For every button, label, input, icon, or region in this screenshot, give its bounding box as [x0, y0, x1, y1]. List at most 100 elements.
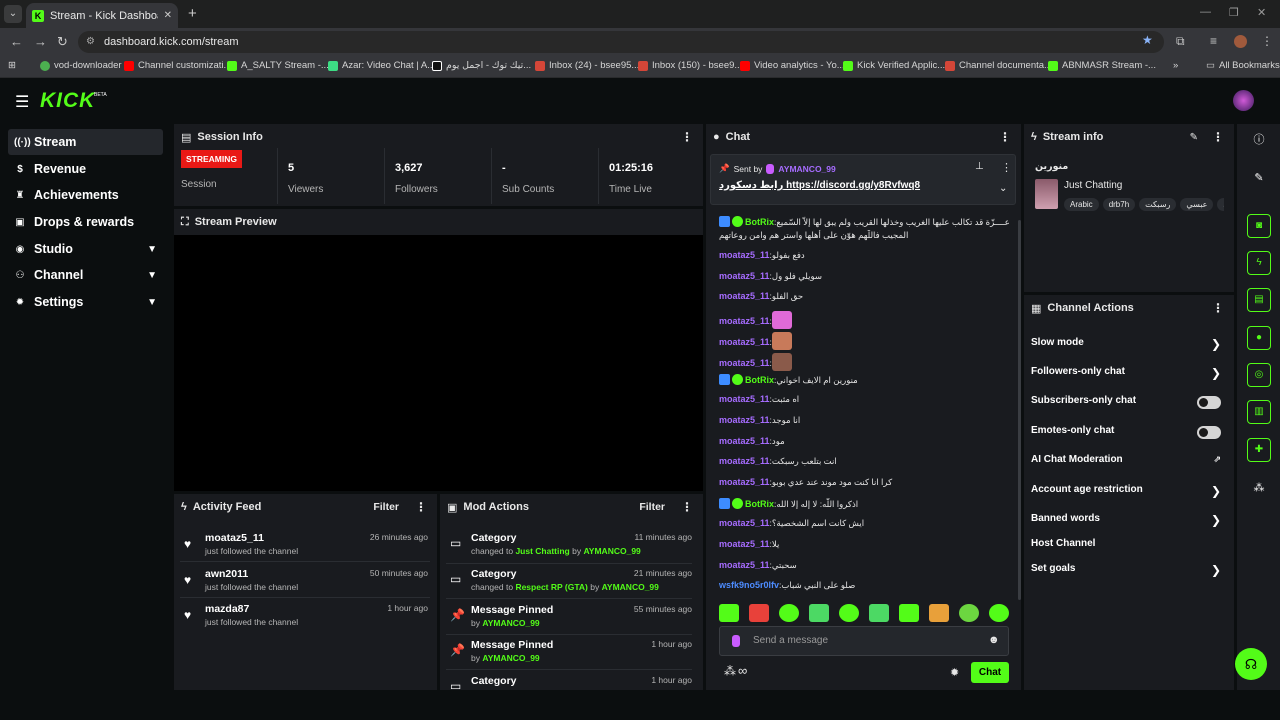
chat-username[interactable]: moataz5_11: [719, 456, 770, 466]
emote-icon[interactable]: [899, 604, 919, 622]
more-options-icon[interactable]: ⋮: [1212, 130, 1224, 144]
chat-username[interactable]: moataz5_11: [719, 337, 770, 347]
chat-input[interactable]: Send a message ☻: [719, 626, 1009, 656]
pencil-icon[interactable]: ✎: [1247, 166, 1271, 190]
emote-icon[interactable]: [989, 604, 1009, 622]
chat-username[interactable]: moataz5_11: [719, 316, 770, 326]
emotes-only-toggle[interactable]: [1197, 426, 1221, 439]
media-icon[interactable]: ≡: [1210, 34, 1217, 48]
profile-avatar[interactable]: [1234, 35, 1247, 48]
points-icon[interactable]: ⁂: [724, 664, 736, 678]
bookmark-item[interactable]: A_SALTY Stream -...: [227, 60, 329, 71]
apps-icon[interactable]: ⊞: [8, 60, 16, 71]
chat-username[interactable]: moataz5_11: [719, 518, 770, 528]
user-avatar[interactable]: [1233, 90, 1254, 111]
chat-username[interactable]: moataz5_11: [719, 291, 770, 301]
url-field[interactable]: ⚙ dashboard.kick.com/stream: [78, 31, 1164, 53]
chat-username[interactable]: moataz5_11: [719, 436, 770, 446]
extensions-icon[interactable]: ⧉: [1176, 34, 1185, 49]
subscribers-only-toggle[interactable]: [1197, 396, 1221, 409]
sidebar-item-studio[interactable]: ◉ Studio ▼: [8, 236, 163, 262]
wrench-icon[interactable]: ✚: [1247, 438, 1271, 462]
close-tab-icon[interactable]: ✕: [164, 10, 172, 21]
chat-username[interactable]: moataz5_11: [719, 415, 770, 425]
bookmark-item[interactable]: Kick Verified Applic...: [843, 60, 945, 71]
more-options-icon[interactable]: ⋮: [681, 130, 693, 144]
pinned-message[interactable]: 📌 Sent by AYMANCO_99 رابط دسكورد https://d…: [710, 154, 1016, 205]
bookmark-item[interactable]: Inbox (150) - bsee9...: [638, 60, 742, 71]
info-icon[interactable]: ⓘ: [1247, 128, 1271, 152]
chat-username[interactable]: BotRix: [745, 375, 774, 385]
unpin-icon[interactable]: ⊥: [975, 161, 984, 172]
chat-username[interactable]: moataz5_11: [719, 271, 770, 281]
more-options-icon[interactable]: ⋮: [415, 500, 427, 514]
all-bookmarks[interactable]: ▭ All Bookmarks: [1206, 60, 1280, 71]
emote-icon[interactable]: [809, 604, 829, 622]
action-account-age[interactable]: Account age restriction ❯: [1031, 484, 1227, 504]
stream-preview-panel[interactable]: ⛶ Stream Preview: [174, 209, 703, 491]
action-subscribers-only[interactable]: Subscribers-only chat: [1031, 395, 1227, 415]
sidebar-item-achievements[interactable]: ♜ Achievements: [8, 182, 163, 208]
sidebar-item-drops[interactable]: ▣ Drops & rewards: [8, 209, 163, 235]
sidebar-item-channel[interactable]: ⚇ Channel ▼: [8, 262, 163, 288]
category-name[interactable]: Just Chatting: [1064, 180, 1122, 191]
settings-icon[interactable]: ✹: [950, 666, 959, 679]
chat-username[interactable]: moataz5_11: [719, 250, 770, 260]
chat-username[interactable]: moataz5_11: [719, 477, 770, 487]
chat-username[interactable]: moataz5_11: [719, 560, 770, 570]
chat-icon[interactable]: ●: [1247, 326, 1271, 350]
kick-logo[interactable]: KICK: [40, 89, 95, 113]
support-icon[interactable]: ☊: [1235, 648, 1267, 680]
bookmark-item[interactable]: Inbox (24) - bsee95...: [535, 60, 639, 71]
bolt-icon[interactable]: ϟ: [1247, 251, 1271, 275]
bookmark-item[interactable]: Azar: Video Chat | A...: [328, 60, 435, 71]
action-followers-only[interactable]: Followers-only chat ❯: [1031, 366, 1227, 386]
more-options-icon[interactable]: ⋮: [999, 130, 1011, 144]
browser-tab[interactable]: K Stream - Kick Dashboard ✕: [26, 3, 178, 28]
pinned-text[interactable]: رابط دسكورد https://discord.gg/y8Rvfwq8: [719, 180, 920, 191]
action-set-goals[interactable]: Set goals ❯: [1031, 563, 1227, 583]
sidebar-item-settings[interactable]: ✹ Settings ▼: [8, 289, 163, 315]
forward-icon[interactable]: →: [34, 34, 47, 49]
action-host-channel[interactable]: Host Channel: [1031, 538, 1227, 558]
more-options-icon[interactable]: ⋮: [1001, 161, 1012, 174]
broadcast-icon[interactable]: ◎: [1247, 363, 1271, 387]
bookmark-item[interactable]: تيك توك - اجمل يوم...: [432, 60, 531, 71]
action-slow-mode[interactable]: Slow mode ❯: [1031, 337, 1227, 357]
bookmark-item[interactable]: Channel documenta...: [945, 60, 1052, 71]
new-tab-icon[interactable]: +: [188, 5, 197, 22]
emote-icon[interactable]: [779, 604, 799, 622]
bookmark-item[interactable]: ABNMASR Stream -...: [1048, 60, 1156, 71]
clipboard-icon[interactable]: ▤: [1247, 288, 1271, 312]
chat-username[interactable]: BotRix: [745, 217, 774, 227]
chat-scrollbar[interactable]: [1018, 220, 1021, 600]
chevron-down-icon[interactable]: ⌄: [999, 183, 1007, 194]
layout-icon[interactable]: ▥: [1247, 400, 1271, 424]
chat-username[interactable]: wsfk9no5r0lfv: [719, 580, 779, 590]
chat-username[interactable]: BotRix: [745, 499, 774, 509]
action-emotes-only[interactable]: Emotes-only chat: [1031, 425, 1227, 445]
camera-icon[interactable]: ◙: [1247, 214, 1271, 238]
bookmark-item[interactable]: vod-downloader: [40, 60, 122, 71]
emote-icon[interactable]: [929, 604, 949, 622]
bookmark-star-icon[interactable]: ★: [1142, 33, 1153, 47]
filter-button[interactable]: Filter: [373, 501, 399, 513]
browser-menu-icon[interactable]: ⋮: [1261, 34, 1273, 48]
dots-icon[interactable]: ⁂: [1247, 476, 1271, 500]
emote-icon[interactable]: [749, 604, 769, 622]
emote-icon[interactable]: [839, 604, 859, 622]
hamburger-menu-icon[interactable]: ☰: [15, 92, 29, 112]
maximize-icon[interactable]: ❐: [1229, 6, 1239, 19]
chat-username[interactable]: moataz5_11: [719, 394, 770, 404]
window-close-icon[interactable]: ✕: [1257, 6, 1266, 19]
bookmark-item[interactable]: Channel customizati...: [124, 60, 231, 71]
edit-icon[interactable]: ✎: [1190, 132, 1198, 143]
minimize-icon[interactable]: —: [1200, 6, 1211, 18]
sidebar-item-revenue[interactable]: $ Revenue: [8, 156, 163, 182]
site-info-icon[interactable]: ⚙: [86, 31, 95, 53]
chat-username[interactable]: moataz5_11: [719, 358, 770, 368]
reload-icon[interactable]: ↻: [57, 34, 68, 50]
emoji-icon[interactable]: ☻: [988, 634, 1000, 646]
action-ai-moderation[interactable]: AI Chat Moderation ⇗: [1031, 454, 1227, 474]
emote-icon[interactable]: [959, 604, 979, 622]
